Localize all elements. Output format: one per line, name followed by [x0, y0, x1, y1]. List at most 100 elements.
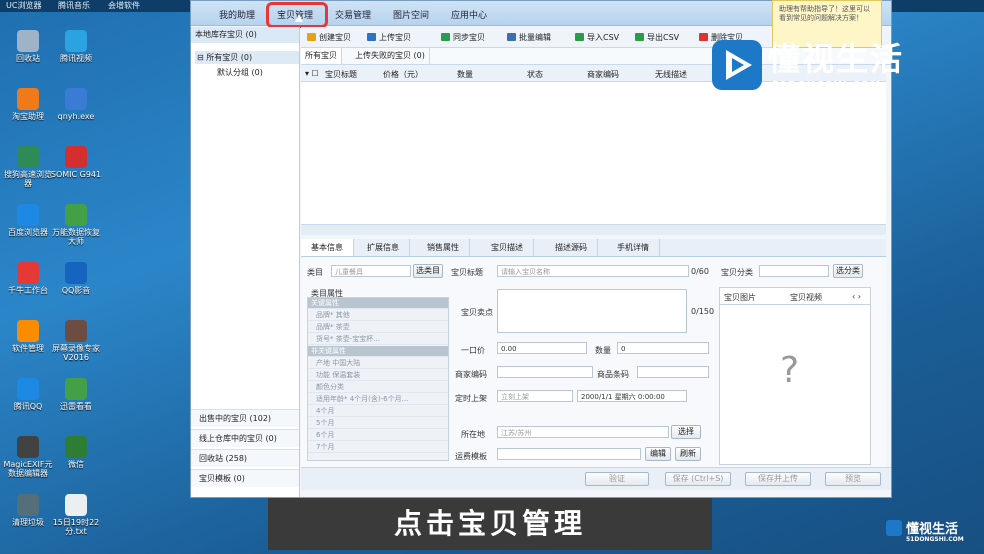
left-bottom-item-on-sale[interactable]: 出售中的宝贝 (102): [191, 409, 299, 427]
desktop-icon[interactable]: SOMIC G941: [50, 146, 102, 179]
quantity-stepper[interactable]: 0: [617, 342, 709, 354]
desktop-icon[interactable]: 腾讯视频: [50, 30, 102, 63]
desktop-icon[interactable]: 万能数据恢复大师: [50, 204, 102, 246]
category-select[interactable]: 儿童餐具: [331, 265, 411, 277]
media-tab-arrows-icon[interactable]: ‹ ›: [852, 292, 861, 301]
tab-item-video[interactable]: 宝贝视频: [790, 292, 822, 303]
column-price[interactable]: 价格（元）: [383, 69, 423, 80]
batch-edit-button[interactable]: 批量编辑: [507, 32, 551, 43]
desktop-shortcut-label[interactable]: UC浏览器: [6, 0, 41, 11]
desktop-icon[interactable]: qnyh.exe: [50, 88, 102, 121]
tab-all-items[interactable]: 所有宝贝: [301, 48, 342, 64]
preview-button[interactable]: 预览: [825, 472, 881, 486]
refresh-shipping-button[interactable]: 刷新: [675, 447, 701, 461]
item-table-body[interactable]: [301, 82, 886, 224]
attribute-row[interactable]: 6个月: [308, 430, 448, 441]
edit-shipping-button[interactable]: 编辑: [645, 447, 671, 461]
selling-point-textarea[interactable]: [497, 289, 687, 333]
column-status[interactable]: 状态: [527, 69, 543, 80]
desktop-icon[interactable]: QQ影音: [50, 262, 102, 295]
desktop-icon[interactable]: 腾讯QQ: [2, 378, 54, 411]
desktop-shortcut-label[interactable]: 会增软件: [108, 0, 140, 11]
column-merchant-code[interactable]: 商家编码: [587, 69, 619, 80]
select-item-category-button[interactable]: 选分类: [833, 264, 863, 278]
desktop-icon[interactable]: 清理垃圾: [2, 494, 54, 527]
local-inventory-header[interactable]: 本地库存宝贝 (0): [191, 27, 299, 43]
tab-description-source[interactable]: 描述源码: [545, 239, 598, 256]
tree-item-all[interactable]: ⊟ 所有宝贝 (0): [195, 51, 299, 64]
import-csv-button[interactable]: 导入CSV: [575, 32, 619, 43]
menu-item-image-space[interactable]: 图片空间: [393, 8, 429, 21]
left-bottom-item-warehouse[interactable]: 线上仓库中的宝贝 (0): [191, 429, 299, 447]
attribute-row[interactable]: 品牌* 其他: [308, 310, 448, 321]
price-input[interactable]: 0.00: [497, 342, 587, 354]
desktop-icon[interactable]: MagicEXIF元数据编辑器: [2, 436, 54, 478]
tree-item-default-group[interactable]: 默认分组 (0): [217, 67, 263, 78]
tree-toggle-icon[interactable]: ⊟: [197, 53, 206, 62]
tab-sales-attributes[interactable]: 销售属性: [417, 239, 470, 256]
column-checkbox[interactable]: ▾ ☐: [305, 69, 319, 78]
desktop-icon-label: 百度浏览器: [8, 228, 48, 237]
desktop-icon[interactable]: 迅雷看看: [50, 378, 102, 411]
watermark-domain: 51DONGSHI.COM: [772, 80, 882, 91]
save-button[interactable]: 保存 (Ctrl+S): [665, 472, 731, 486]
column-quantity[interactable]: 数量: [457, 69, 473, 80]
attribute-row[interactable]: 5个月: [308, 418, 448, 429]
export-csv-button[interactable]: 导出CSV: [635, 32, 679, 43]
menu-item-my-assistant[interactable]: 我的助理: [219, 8, 255, 21]
menu-item-trade-management[interactable]: 交易管理: [335, 8, 371, 21]
schedule-select[interactable]: 立刻上架: [497, 390, 573, 402]
barcode-label: 商品条码: [597, 370, 629, 379]
select-category-button[interactable]: 选类目: [413, 264, 443, 278]
desktop-icon[interactable]: 百度浏览器: [2, 204, 54, 237]
desktop-icon-label: 软件管理: [12, 344, 44, 353]
attribute-row[interactable]: 货号* 茶壶-宝宝杯...: [308, 334, 448, 345]
column-mobile-desc[interactable]: 无线描述: [655, 69, 687, 80]
barcode-input[interactable]: [637, 366, 709, 378]
merchant-code-input[interactable]: [497, 366, 593, 378]
attribute-section: 非关键属性: [308, 346, 448, 357]
tab-extended-info[interactable]: 扩展信息: [357, 239, 410, 256]
left-bottom-item-recycle[interactable]: 回收站 (258): [191, 449, 299, 467]
upload-item-button[interactable]: 上传宝贝: [367, 32, 411, 43]
sync-item-button[interactable]: 同步宝贝: [441, 32, 485, 43]
attribute-row[interactable]: 产地 中国大陆: [308, 358, 448, 369]
create-icon: [307, 33, 316, 41]
location-select[interactable]: 江苏/苏州: [497, 426, 669, 438]
attribute-row[interactable]: 品牌* 茶壶: [308, 322, 448, 333]
menu-item-app-center[interactable]: 应用中心: [451, 8, 487, 21]
validate-button[interactable]: 验证: [585, 472, 649, 486]
schedule-datetime[interactable]: 2000/1/1 星期六 0:00:00: [577, 390, 687, 402]
desktop-icon[interactable]: 15日19时22分.txt: [50, 494, 102, 536]
location-select-button[interactable]: 选择: [671, 425, 701, 439]
column-title[interactable]: 宝贝标题: [325, 69, 357, 80]
desktop-icon[interactable]: 回收站: [2, 30, 54, 63]
tab-item-description[interactable]: 宝贝描述: [481, 239, 534, 256]
tab-mobile-details[interactable]: 手机详情: [607, 239, 660, 256]
shipping-template-select[interactable]: [497, 448, 641, 460]
save-and-upload-button[interactable]: 保存并上传: [745, 472, 811, 486]
attribute-row[interactable]: 颜色分类: [308, 382, 448, 393]
item-title-input[interactable]: 请输入宝贝名称: [497, 265, 689, 277]
desktop-icon[interactable]: 千牛工作台: [2, 262, 54, 295]
desktop-icon[interactable]: 微信: [50, 436, 102, 469]
create-item-button[interactable]: 创建宝贝: [307, 32, 351, 43]
left-bottom-item-template[interactable]: 宝贝模板 (0): [191, 469, 299, 487]
desktop-icon[interactable]: 淘宝助理: [2, 88, 54, 121]
watermark-small-logo-icon: [886, 520, 902, 536]
desktop-shortcut-label[interactable]: 腾讯音乐: [58, 0, 90, 11]
tab-item-images[interactable]: 宝贝图片: [724, 292, 756, 303]
tab-upload-failed[interactable]: 上传失败的宝贝 (0): [351, 48, 430, 64]
category-attribute-list[interactable]: 关键属性 品牌* 其他 品牌* 茶壶 货号* 茶壶-宝宝杯... 非关键属性 产地 中国大…: [307, 297, 449, 461]
horizontal-scrollbar[interactable]: [301, 224, 886, 235]
toolbar-label: 导入CSV: [587, 33, 620, 42]
attribute-row[interactable]: 7个月: [308, 442, 448, 453]
attribute-row[interactable]: 适用年龄* 4个月(含)-6个月...: [308, 394, 448, 405]
desktop-icon[interactable]: 屏幕录像专家V2016: [50, 320, 102, 362]
attribute-row[interactable]: 功能 保温套装: [308, 370, 448, 381]
item-category-input[interactable]: [759, 265, 829, 277]
tab-basic-info[interactable]: 基本信息: [301, 239, 354, 256]
desktop-icon[interactable]: 搜狗高速浏览器: [2, 146, 54, 188]
desktop-icon[interactable]: 软件管理: [2, 320, 54, 353]
attribute-row[interactable]: 4个月: [308, 406, 448, 417]
